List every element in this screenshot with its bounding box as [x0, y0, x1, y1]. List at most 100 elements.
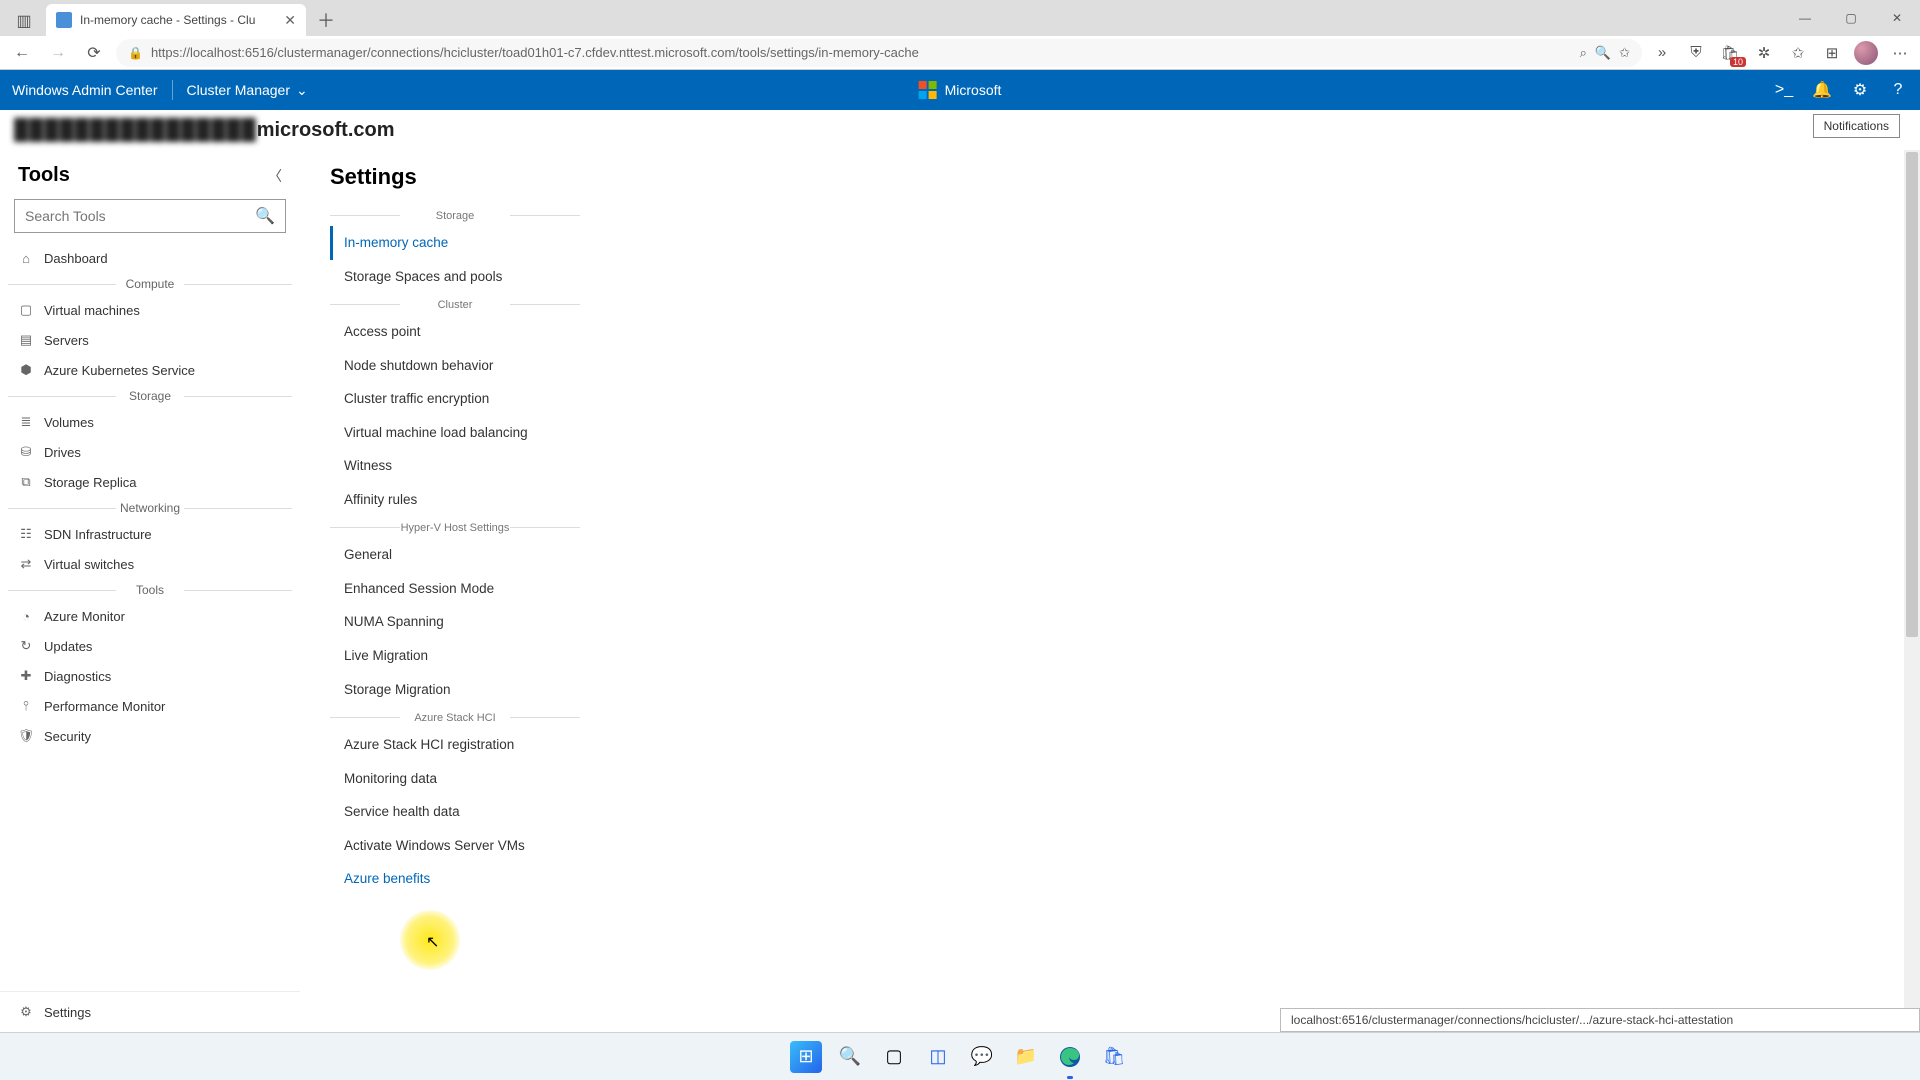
- vertical-scrollbar[interactable]: [1904, 150, 1920, 1032]
- tab-actions-button[interactable]: ▥: [6, 6, 42, 36]
- settings-nav-item[interactable]: Affinity rules: [330, 483, 580, 517]
- address-bar[interactable]: 🔒 https://localhost:6516/clustermanager/…: [116, 39, 1642, 67]
- lock-icon: 🔒: [128, 46, 143, 60]
- wac-topbar: Windows Admin Center Cluster Manager ⌄ M…: [0, 70, 1920, 110]
- refresh-button[interactable]: ⟳: [80, 39, 108, 67]
- search-icon: 🔍: [255, 206, 275, 226]
- settings-gear-icon[interactable]: ⚙: [1850, 80, 1870, 100]
- tool-group-label: Compute: [0, 273, 300, 295]
- reader-icon[interactable]: ⌕: [1580, 45, 1587, 61]
- tab-close-icon[interactable]: ✕: [284, 12, 296, 29]
- settings-nav-item[interactable]: Live Migration: [330, 639, 580, 673]
- widgets-icon[interactable]: ◫: [922, 1041, 954, 1073]
- tool-item-icon: ⇄: [18, 556, 34, 572]
- settings-nav-item[interactable]: Azure benefits: [330, 862, 580, 896]
- tool-item-label: Virtual machines: [44, 303, 140, 318]
- cluster-domain: microsoft.com: [257, 119, 395, 142]
- tool-item[interactable]: ⧉Storage Replica: [0, 467, 300, 497]
- tool-item-icon: ⛁: [18, 444, 34, 460]
- tab-favicon: [56, 12, 72, 28]
- settings-nav-item[interactable]: Virtual machine load balancing: [330, 416, 580, 450]
- new-tab-button[interactable]: ＋: [310, 4, 342, 36]
- separator: [172, 80, 173, 100]
- tool-item[interactable]: ⌂Dashboard: [0, 243, 300, 273]
- settings-nav-item[interactable]: Witness: [330, 449, 580, 483]
- tool-item-label: Performance Monitor: [44, 699, 165, 714]
- chat-icon[interactable]: 💬: [966, 1041, 998, 1073]
- tool-item-label: Updates: [44, 639, 92, 654]
- menu-icon[interactable]: ⋯: [1888, 41, 1912, 65]
- favorite-icon[interactable]: ✩: [1619, 45, 1630, 61]
- start-button[interactable]: ⊞: [790, 1041, 822, 1073]
- shield-icon[interactable]: ⛨: [1684, 41, 1708, 65]
- settings-nav-item[interactable]: NUMA Spanning: [330, 605, 580, 639]
- browser-tab-active[interactable]: In-memory cache - Settings - Clu ✕: [46, 4, 306, 36]
- microsoft-logo-icon: [919, 81, 937, 99]
- tool-item-icon: ⌂: [18, 250, 34, 266]
- tool-item[interactable]: ⛁Drives: [0, 437, 300, 467]
- tools-settings-item[interactable]: ⚙ Settings: [0, 992, 300, 1032]
- taskbar: ⊞ 🔍 ▢ ◫ 💬 📁 🛍: [0, 1032, 1920, 1080]
- tools-sidebar: Tools 〈 🔍 ⌂DashboardCompute▢Virtual mach…: [0, 150, 300, 1032]
- settings-nav-item[interactable]: General: [330, 538, 580, 572]
- settings-nav-item[interactable]: Monitoring data: [330, 762, 580, 796]
- settings-nav-item[interactable]: Enhanced Session Mode: [330, 572, 580, 606]
- wac-product-label[interactable]: Windows Admin Center: [12, 82, 158, 98]
- settings-nav-item[interactable]: Activate Windows Server VMs: [330, 829, 580, 863]
- tool-item[interactable]: ▤Servers: [0, 325, 300, 355]
- settings-nav-item[interactable]: Storage Migration: [330, 673, 580, 707]
- forward-button[interactable]: →: [44, 39, 72, 67]
- store-icon[interactable]: 🛍: [1098, 1041, 1130, 1073]
- tool-item[interactable]: ⫯Performance Monitor: [0, 691, 300, 721]
- settings-nav-item[interactable]: Azure Stack HCI registration: [330, 728, 580, 762]
- taskbar-search-icon[interactable]: 🔍: [834, 1041, 866, 1073]
- settings-nav-item[interactable]: Access point: [330, 315, 580, 349]
- module-dropdown[interactable]: Cluster Manager ⌄: [187, 82, 308, 99]
- tool-group-label: Networking: [0, 497, 300, 519]
- edge-browser-icon[interactable]: [1054, 1041, 1086, 1073]
- tool-item-label: SDN Infrastructure: [44, 527, 152, 542]
- window-close[interactable]: ✕: [1874, 0, 1920, 36]
- tool-item[interactable]: ≣Volumes: [0, 407, 300, 437]
- tool-item[interactable]: ◔Azure Monitor: [0, 601, 300, 631]
- window-minimize[interactable]: ―: [1782, 0, 1828, 36]
- tool-item-icon: ◔: [18, 608, 34, 624]
- main-area: Tools 〈 🔍 ⌂DashboardCompute▢Virtual mach…: [0, 150, 1920, 1032]
- settings-nav-item[interactable]: In-memory cache: [330, 226, 580, 260]
- window-maximize[interactable]: ▢: [1828, 0, 1874, 36]
- settings-nav-item[interactable]: Service health data: [330, 795, 580, 829]
- tool-item[interactable]: ↻Updates: [0, 631, 300, 661]
- tool-group-label: Storage: [0, 385, 300, 407]
- tool-item[interactable]: ▢Virtual machines: [0, 295, 300, 325]
- tool-item[interactable]: ⇄ Virtual switches: [0, 549, 300, 579]
- tool-item[interactable]: ✚Diagnostics: [0, 661, 300, 691]
- shopping-icon[interactable]: 🛍10: [1718, 41, 1742, 65]
- settings-nav-item[interactable]: Cluster traffic encryption: [330, 382, 580, 416]
- notifications-icon[interactable]: 🔔: [1812, 80, 1832, 100]
- task-view-icon[interactable]: ▢: [878, 1041, 910, 1073]
- collections-icon[interactable]: ⊞: [1820, 41, 1844, 65]
- settings-nav-item[interactable]: Node shutdown behavior: [330, 349, 580, 383]
- tool-item-label: Servers: [44, 333, 89, 348]
- tool-item[interactable]: ☷SDN Infrastructure: [0, 519, 300, 549]
- gear-icon: ⚙: [18, 1004, 34, 1020]
- tool-item[interactable]: ⬢Azure Kubernetes Service: [0, 355, 300, 385]
- settings-nav-item[interactable]: Storage Spaces and pools: [330, 260, 580, 294]
- scrollbar-thumb[interactable]: [1906, 152, 1918, 637]
- collapse-sidebar-icon[interactable]: 〈: [268, 166, 282, 186]
- extension-icon[interactable]: ✲: [1752, 41, 1776, 65]
- favorites-icon[interactable]: ✩: [1786, 41, 1810, 65]
- zoom-icon[interactable]: 🔍: [1595, 45, 1611, 61]
- console-icon[interactable]: >_: [1774, 81, 1794, 99]
- extensions-overflow-icon[interactable]: »: [1650, 41, 1674, 65]
- profile-avatar[interactable]: [1854, 41, 1878, 65]
- tool-item-label: Virtual switches: [44, 557, 134, 572]
- help-icon[interactable]: ?: [1888, 81, 1908, 99]
- tool-item[interactable]: 🛡Security: [0, 721, 300, 751]
- tools-search-box[interactable]: 🔍: [14, 199, 286, 233]
- back-button[interactable]: ←: [8, 39, 36, 67]
- toolbar-icons: » ⛨ 🛍10 ✲ ✩ ⊞ ⋯: [1650, 41, 1912, 65]
- file-explorer-icon[interactable]: 📁: [1010, 1041, 1042, 1073]
- tools-search-input[interactable]: [25, 208, 247, 224]
- status-bar: localhost:6516/clustermanager/connection…: [1280, 1008, 1920, 1032]
